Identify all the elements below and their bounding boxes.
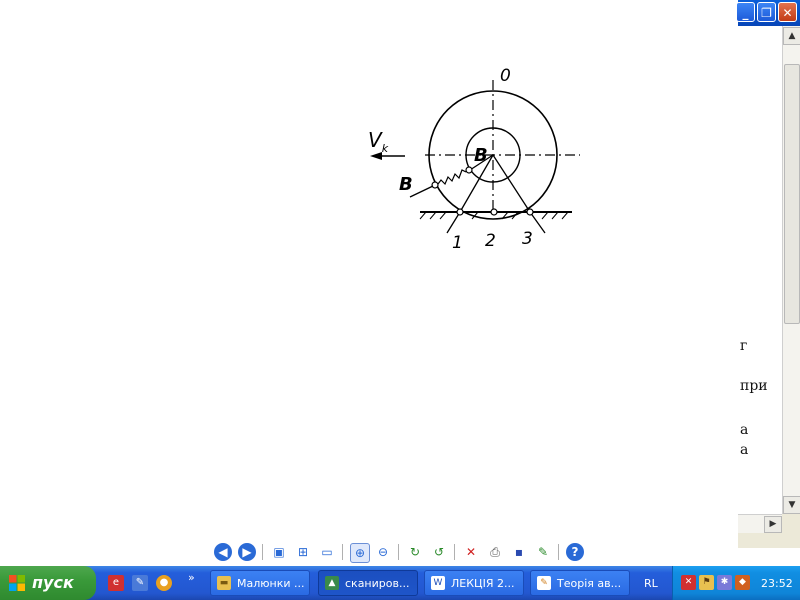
save-icon[interactable]: ▪ (510, 543, 528, 561)
best-fit-icon[interactable]: ▣ (270, 543, 288, 561)
image-viewer-icon: ▲ (325, 576, 339, 590)
minimize-button[interactable]: _ (736, 2, 755, 22)
label-b-center: B (474, 145, 488, 166)
image-viewer-toolbar: ◀ ▶ ▣ ⊞ ▭ ⊕ ⊖ ↻ ↺ ✕ ⎙ ▪ ✎ ? (0, 538, 738, 566)
label-b-left: B (399, 174, 413, 195)
next-image-icon[interactable]: ▶ (238, 543, 256, 561)
clock[interactable]: 23:52 (761, 577, 793, 590)
rotate-counterclockwise-icon[interactable]: ↺ (430, 543, 448, 561)
print-icon[interactable]: ⎙ (486, 543, 504, 561)
background-window-titlebar[interactable]: _ ❐ ✕ (736, 0, 800, 26)
close-button[interactable]: ✕ (778, 2, 797, 22)
spring-hinge-inner (465, 166, 473, 174)
quicklaunch-edit-icon[interactable]: ✎ (132, 575, 148, 591)
windows-logo-icon (9, 575, 25, 591)
help-icon[interactable]: ? (566, 543, 584, 561)
tray-volume-icon[interactable]: ◆ (735, 575, 750, 590)
hinge-point-3 (526, 208, 534, 216)
arm-b-left (409, 185, 434, 198)
hinge-point-1 (456, 208, 464, 216)
toolbar-separator (262, 544, 263, 560)
task-button-image-viewer[interactable]: ▲ сканиров... (318, 570, 418, 596)
scrollbar-thumb[interactable] (784, 64, 800, 324)
folder-icon: ▬ (217, 576, 231, 590)
leg-point-1 (446, 211, 461, 234)
vertical-scrollbar[interactable]: ▲ ▼ (782, 26, 800, 514)
doc-line: а (740, 422, 749, 438)
toolbar-separator (342, 544, 343, 560)
task-button-paint[interactable]: ✎ Теорія ав... (530, 570, 630, 596)
task-label: ЛЕКЦІЯ 2... (451, 577, 515, 590)
tray-network-icon[interactable]: ✱ (717, 575, 732, 590)
word-document-icon: W (431, 576, 445, 590)
scroll-right-arrow[interactable]: ▶ (764, 516, 782, 533)
doc-line: г (740, 338, 748, 354)
spring-hinge-outer (431, 181, 439, 189)
paint-icon: ✎ (537, 576, 551, 590)
background-document-window: _ ❐ ✕ г при а а ▲ ▼ ▶ (736, 0, 800, 548)
language-indicator[interactable]: RL (644, 577, 658, 590)
task-button-folder[interactable]: ▬ Малюнки ... (210, 570, 310, 596)
horizontal-scrollbar[interactable]: ▶ (738, 514, 782, 533)
zoom-in-icon[interactable]: ⊕ (350, 543, 370, 563)
doc-line: при (740, 378, 768, 394)
velocity-arrowhead (370, 152, 382, 160)
taskbar: пуск e ✎ ● » ▬ Малюнки ... ▲ сканиров...… (0, 566, 800, 600)
task-label: Малюнки ... (237, 577, 305, 590)
task-label: Теорія ав... (557, 577, 622, 590)
quicklaunch-app-icon[interactable]: e (108, 575, 124, 591)
doc-line: а (740, 442, 749, 458)
zoom-out-icon[interactable]: ⊖ (374, 543, 392, 561)
task-button-word[interactable]: W ЛЕКЦІЯ 2... (424, 570, 524, 596)
tray-shield-icon[interactable]: ⚑ (699, 575, 714, 590)
prev-image-icon[interactable]: ◀ (214, 543, 232, 561)
spoke-to-point-3 (492, 154, 531, 213)
edit-icon[interactable]: ✎ (534, 543, 552, 561)
restore-button[interactable]: ❐ (757, 2, 776, 22)
start-button[interactable]: пуск (0, 566, 96, 600)
actual-size-icon[interactable]: ⊞ (294, 543, 312, 561)
delete-icon[interactable]: ✕ (462, 543, 480, 561)
scroll-down-arrow[interactable]: ▼ (783, 496, 800, 514)
label-one: 1 (452, 233, 463, 253)
image-canvas: 0 Vk B B 1 2 3 (0, 0, 738, 538)
hinge-point-2 (490, 208, 498, 216)
mechanism-diagram: 0 Vk B B 1 2 3 (368, 66, 580, 253)
slideshow-icon[interactable]: ▭ (318, 543, 336, 561)
system-tray: ✕ ⚑ ✱ ◆ 23:52 (672, 566, 800, 600)
quicklaunch-more-chevron[interactable]: » (188, 571, 195, 584)
toolbar-separator (454, 544, 455, 560)
rotate-clockwise-icon[interactable]: ↻ (406, 543, 424, 561)
document-page[interactable]: г при а а (738, 26, 782, 514)
toolbar-separator (558, 544, 559, 560)
label-zero: 0 (500, 66, 511, 86)
tray-app-icon[interactable]: ✕ (681, 575, 696, 590)
task-label: сканиров... (345, 577, 410, 590)
start-label: пуск (32, 573, 74, 592)
scroll-up-arrow[interactable]: ▲ (783, 27, 800, 45)
label-vk-sub: k (382, 142, 389, 155)
spring-zigzag (437, 169, 467, 186)
quicklaunch-media-icon[interactable]: ● (156, 575, 172, 591)
label-three: 3 (522, 229, 533, 249)
toolbar-separator (398, 544, 399, 560)
label-two: 2 (485, 231, 496, 251)
label-vk: Vk (368, 128, 389, 155)
